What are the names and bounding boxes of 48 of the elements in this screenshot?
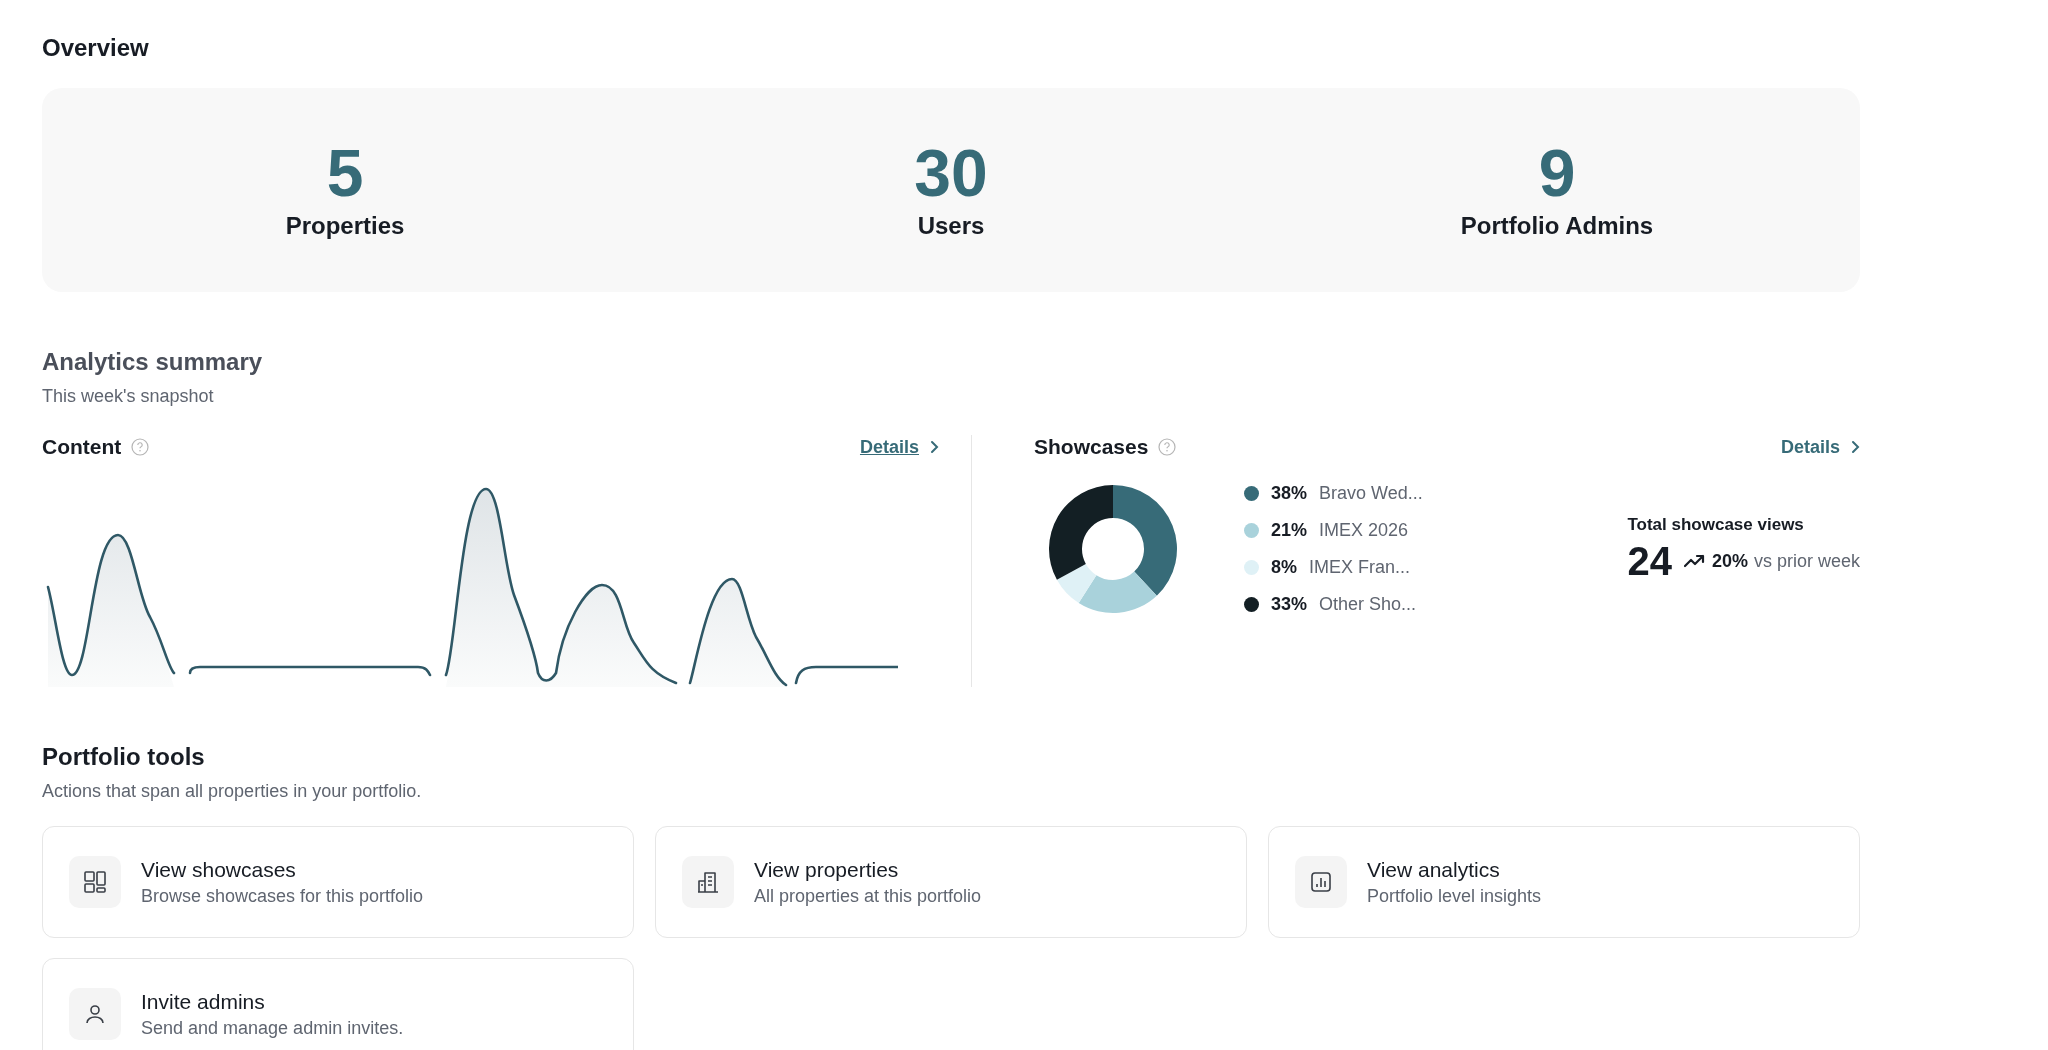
stat-value: 30 <box>914 140 988 206</box>
legend-percent: 38% <box>1271 483 1308 504</box>
building-icon <box>696 870 720 894</box>
help-icon[interactable] <box>1158 438 1177 456</box>
comparison-text: vs prior week <box>1753 550 1860 572</box>
stat-value: 5 <box>326 140 364 206</box>
trend-up-icon <box>1683 554 1706 568</box>
layout-icon <box>83 870 107 894</box>
section-title: Portfolio tools <box>42 743 205 771</box>
total-label: Total showcase views <box>1627 514 1805 535</box>
change-percent: 20% <box>1711 550 1748 572</box>
stat-label: Users <box>917 212 985 240</box>
help-icon[interactable] <box>131 438 150 456</box>
stat-label: Properties <box>285 212 405 240</box>
tool-card[interactable]: View properties All properties at this portfolio <box>655 826 1247 938</box>
card-description: Send and manage admin invites. <box>141 1017 404 1039</box>
card-description: All properties at this portfolio <box>754 885 982 907</box>
chevron-right-icon <box>1850 440 1860 454</box>
tool-card[interactable]: View showcases Browse showcases for this portfolio <box>42 826 634 938</box>
section-subtitle: Actions that span all properties in your portfolio. <box>42 781 422 802</box>
legend-label: Other Sho... <box>1319 594 1417 615</box>
user-icon <box>83 1002 107 1026</box>
legend-percent: 21% <box>1271 520 1308 541</box>
stat-label: Portfolio Admins <box>1460 212 1654 240</box>
tool-card[interactable]: Invite admins Send and manage admin invites. <box>42 958 634 1050</box>
legend-percent: 33% <box>1271 594 1308 615</box>
total-value: 24 <box>1627 538 1672 584</box>
legend-percent: 8% <box>1271 557 1297 578</box>
card-description: Portfolio level insights <box>1367 885 1542 907</box>
details-link[interactable]: Details <box>1780 436 1860 458</box>
card-title: View analytics <box>1367 857 1501 882</box>
card-title: View showcases <box>141 857 297 882</box>
section-title: Analytics summary <box>42 348 263 376</box>
chevron-right-icon <box>929 440 939 454</box>
card-description: Browse showcases for this portfolio <box>141 885 424 907</box>
stat-value: 9 <box>1538 140 1576 206</box>
card-title: Invite admins <box>141 989 266 1014</box>
section-title: Overview <box>42 34 149 62</box>
legend-label: IMEX Fran... <box>1309 557 1411 578</box>
panel-title: Content <box>42 435 122 459</box>
card-title: View properties <box>754 857 900 882</box>
legend-label: Bravo Wed... <box>1319 483 1423 504</box>
panel-title: Showcases <box>1034 435 1149 459</box>
details-link[interactable]: Details <box>859 436 939 458</box>
section-subtitle: This week's snapshot <box>42 386 214 407</box>
tool-card[interactable]: View analytics Portfolio level insights <box>1268 826 1860 938</box>
bar-chart-icon <box>1309 870 1333 894</box>
legend-label: IMEX 2026 <box>1319 520 1409 541</box>
